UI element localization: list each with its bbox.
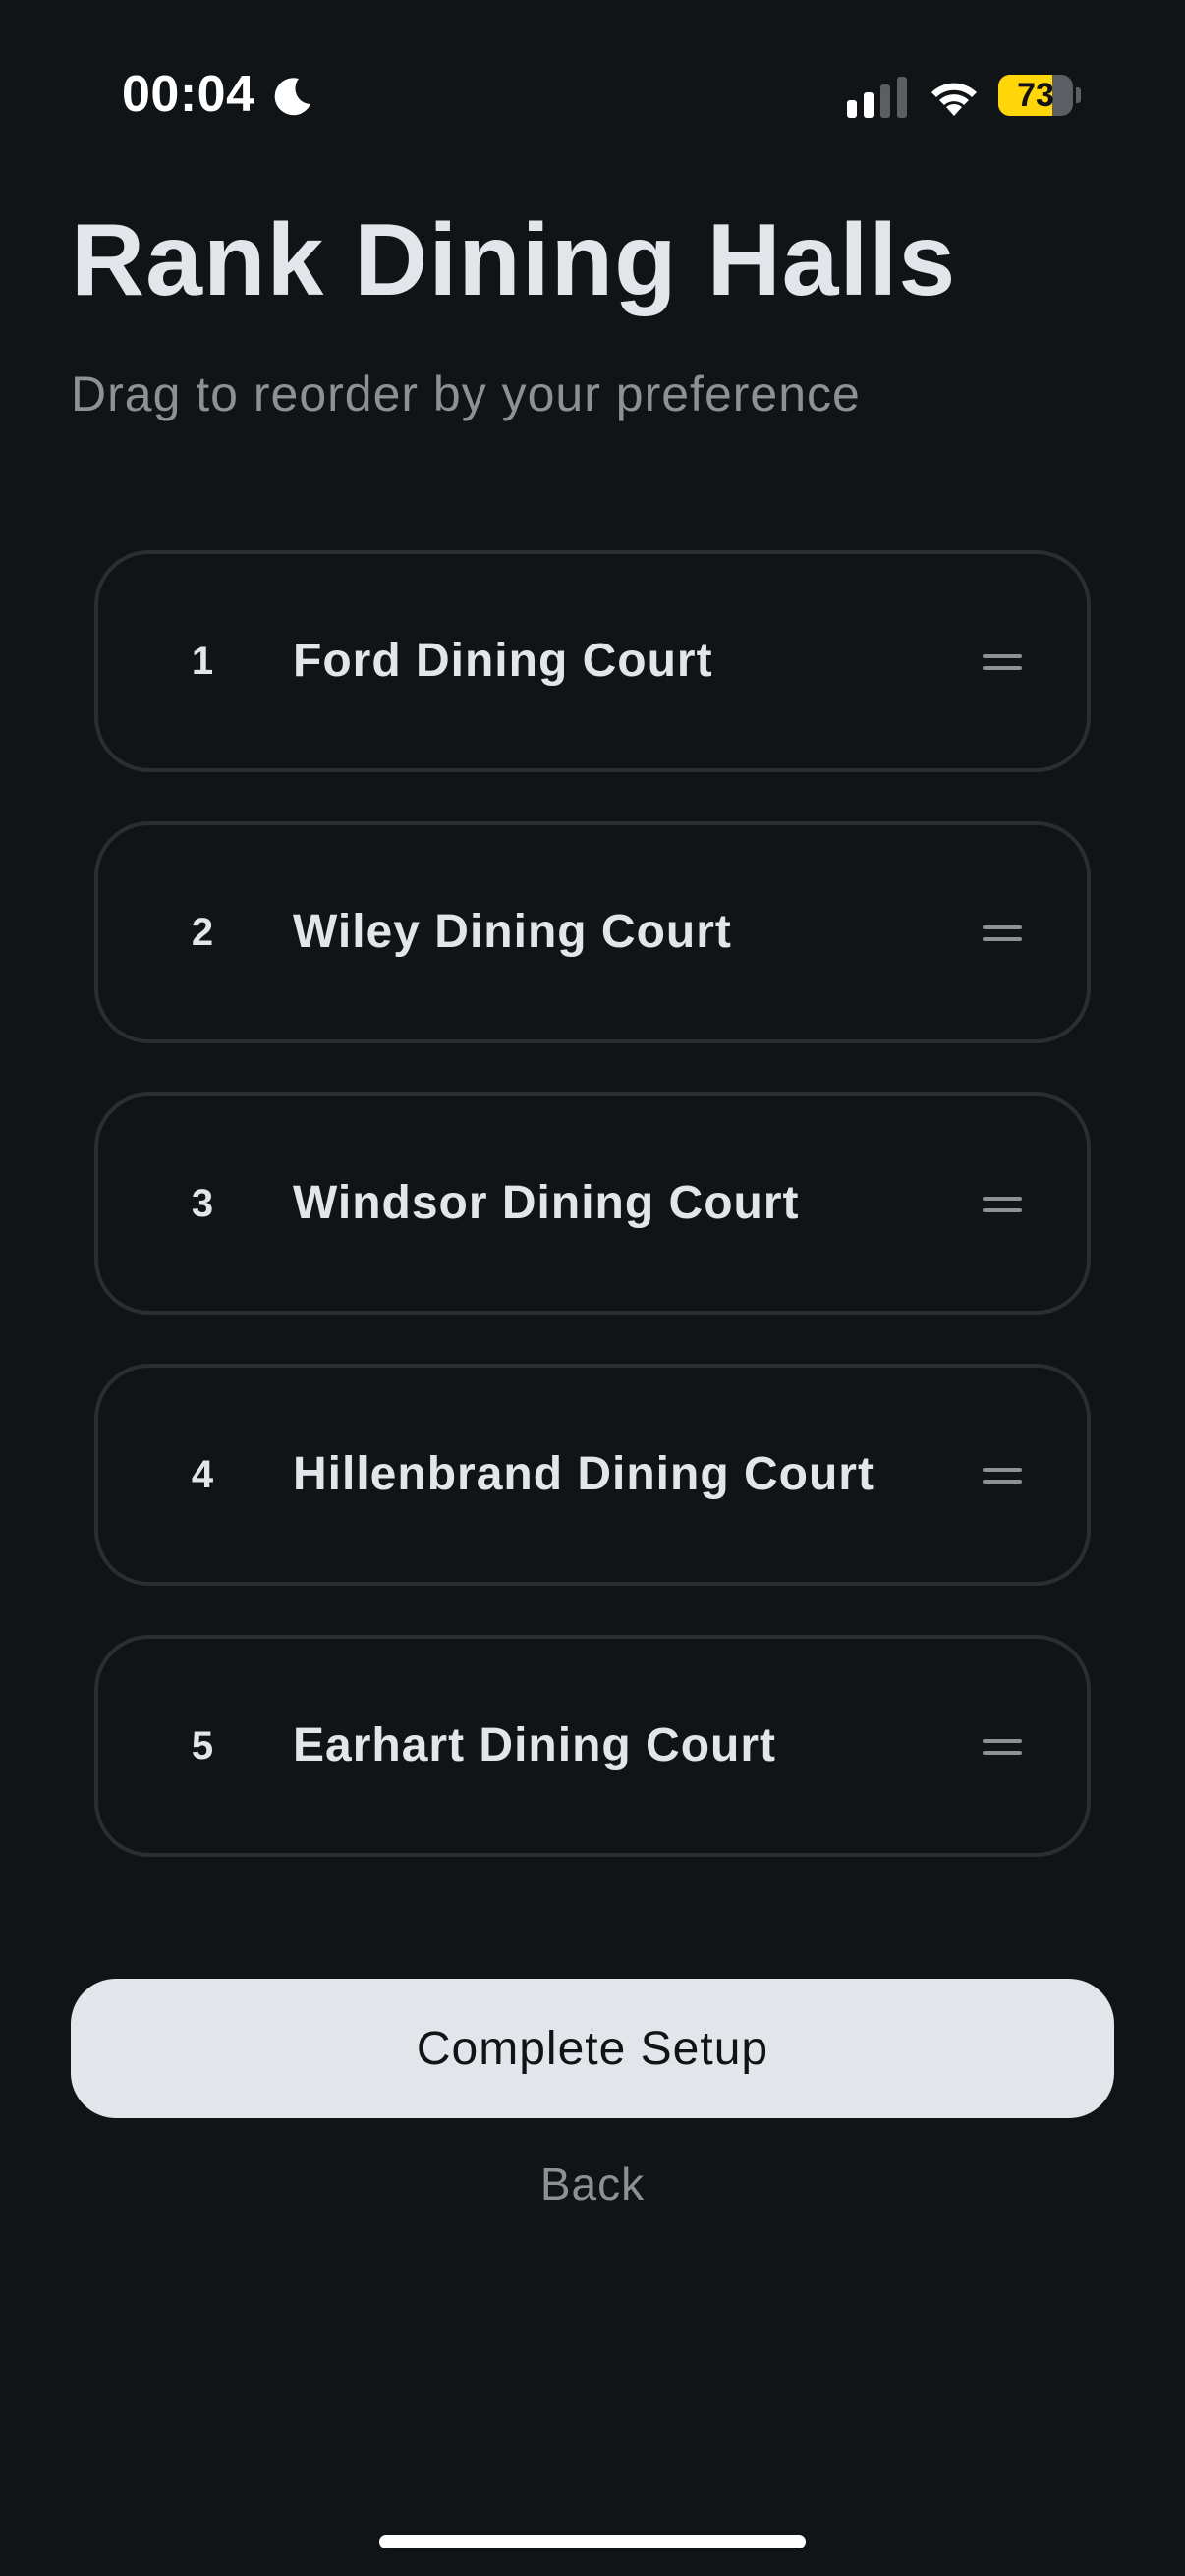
drag-handle-icon[interactable] [983, 1731, 1022, 1761]
drag-handle-icon[interactable] [983, 1460, 1022, 1489]
battery-body: 73 [998, 75, 1073, 116]
rank-number: 5 [191, 1724, 214, 1767]
back-button[interactable]: Back [0, 2157, 1185, 2211]
dining-hall-name: Earhart Dining Court [293, 1719, 777, 1771]
dining-hall-name: Windsor Dining Court [293, 1177, 800, 1229]
battery-percent: 73 [1017, 77, 1054, 114]
rank-number: 3 [191, 1182, 214, 1225]
rank-list-item[interactable]: 3 Windsor Dining Court [94, 1092, 1091, 1315]
status-bar: 00:04 73 [0, 0, 1185, 196]
page-title: Rank Dining Halls [71, 203, 957, 317]
rank-number: 2 [191, 911, 214, 954]
dining-hall-name: Ford Dining Court [293, 635, 713, 687]
rank-list-item[interactable]: 5 Earhart Dining Court [94, 1635, 1091, 1857]
home-indicator[interactable] [379, 2535, 806, 2548]
dining-hall-rank-list: 1 Ford Dining Court 2 Wiley Dining Court 3 Wi… [94, 550, 1091, 1906]
drag-handle-icon[interactable] [983, 918, 1022, 947]
rank-list-item[interactable]: 2 Wiley Dining Court [94, 821, 1091, 1043]
battery-cap [1076, 87, 1081, 103]
moon-icon [274, 78, 310, 116]
rank-list-item[interactable]: 4 Hillenbrand Dining Court [94, 1364, 1091, 1586]
wifi-icon [931, 83, 977, 116]
dining-hall-name: Hillenbrand Dining Court [293, 1448, 875, 1500]
page-subtitle: Drag to reorder by your preference [71, 366, 861, 421]
drag-handle-icon[interactable] [983, 646, 1022, 676]
complete-setup-button[interactable]: Complete Setup [71, 1979, 1114, 2118]
status-time: 00:04 [122, 66, 255, 123]
drag-handle-icon[interactable] [983, 1189, 1022, 1218]
rank-number: 1 [191, 640, 214, 683]
rank-list-item[interactable]: 1 Ford Dining Court [94, 550, 1091, 772]
rank-number: 4 [191, 1453, 214, 1496]
battery-icon: 73 [998, 75, 1081, 116]
cellular-signal-icon [847, 77, 907, 118]
dining-hall-name: Wiley Dining Court [293, 906, 732, 958]
